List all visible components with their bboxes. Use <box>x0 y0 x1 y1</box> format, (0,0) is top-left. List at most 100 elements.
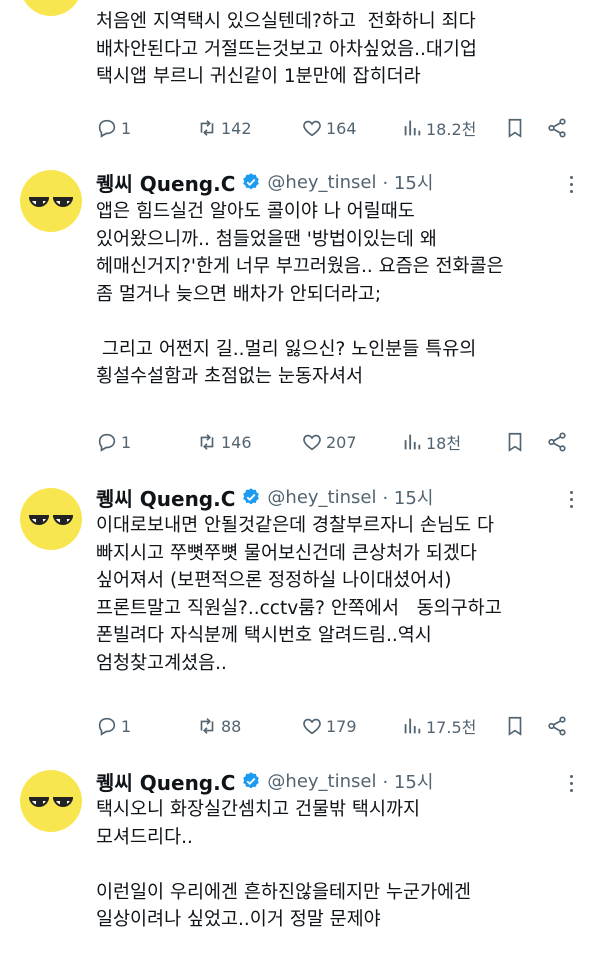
tweet-text-line: 엄청찾고계셨음.. <box>96 652 227 674</box>
heart-icon <box>303 718 321 735</box>
timestamp[interactable]: · 15시 <box>382 169 433 195</box>
retweet-button[interactable]: 88 <box>196 714 241 738</box>
avatar-eye <box>29 515 49 525</box>
user-handle[interactable]: @hey_tinsel <box>267 771 376 792</box>
avatar[interactable] <box>20 0 82 16</box>
tweet-text-line: 택시오니 화장실간셈치고 건물밖 택시까지 <box>96 799 421 820</box>
display-name[interactable]: 퀭씨 Queng.C <box>96 483 235 512</box>
tweet-text-line: 빠지시고 쭈뼛쭈뼛 물어보신건데 큰상처가 되겠다 <box>96 542 477 564</box>
retweet-button[interactable]: 146 <box>196 430 252 454</box>
views-button[interactable]: 18.2천 <box>401 116 476 140</box>
tweet-text-line: 있어왔으니까.. 첨들었을땐 '방법이있는데 왜 <box>96 228 437 250</box>
more-options-icon[interactable] <box>568 174 574 196</box>
verified-badge-icon <box>243 772 260 789</box>
share-button[interactable] <box>546 116 571 140</box>
retweet-icon <box>200 120 214 136</box>
tweet-text-line <box>96 851 586 879</box>
reply-button[interactable]: 1 <box>96 714 131 738</box>
avatar-eye <box>53 515 73 525</box>
tweet-text-line: 앱은 힘드실건 알아도 콜이야 나 어릴때도 <box>96 201 415 222</box>
like-count: 164 <box>326 118 357 138</box>
user-handle[interactable]: @hey_tinsel <box>267 487 376 508</box>
retweet-button[interactable]: 142 <box>196 116 252 140</box>
share-button[interactable] <box>546 714 571 738</box>
tweet-text: 앱은 힘드실건 알아도 콜이야 나 어릴때도있어왔으니까.. 첨들었을땐 '방법… <box>96 198 586 391</box>
retweet-count: 142 <box>221 118 252 138</box>
tweet-text-line: 모셔드리다.. <box>96 826 193 848</box>
avatar-eye <box>29 197 49 207</box>
reply-count: 1 <box>121 432 132 452</box>
tweet-header: 퀭씨 Queng.C @hey_tinsel · 15시 <box>96 766 433 796</box>
reply-count: 1 <box>121 118 132 138</box>
user-handle[interactable]: @hey_tinsel <box>267 172 376 193</box>
bookmark-button[interactable] <box>504 714 529 738</box>
views-button[interactable]: 18천 <box>401 430 461 454</box>
retweet-icon <box>200 718 214 734</box>
tweet-text-line: 헤매신거지?'한게 너무 부끄러웠음.. 요즘은 전화콜은 <box>96 256 504 277</box>
timestamp[interactable]: · 15시 <box>382 768 433 794</box>
retweet-count: 88 <box>221 716 242 736</box>
like-button[interactable]: 164 <box>301 116 357 140</box>
more-options-icon[interactable] <box>568 489 574 511</box>
avatar[interactable] <box>20 770 82 832</box>
more-options-icon[interactable] <box>568 773 574 795</box>
reply-count: 1 <box>121 716 132 736</box>
tweet-actions: 1 146 207 18천 <box>96 430 576 454</box>
avatar[interactable] <box>20 170 82 232</box>
reply-button[interactable]: 1 <box>96 430 131 454</box>
tweet-text: 택시오니 화장실간셈치고 건물밖 택시까지모셔드리다.. 이런일이 우리에겐 흔하… <box>96 796 586 934</box>
tweet[interactable]: 퀭씨 Queng.C @hey_tinsel · 15시 이대로보내면 안될것같… <box>0 478 600 758</box>
display-name[interactable]: 퀭씨 Queng.C <box>96 168 235 197</box>
share-button[interactable] <box>546 430 571 454</box>
tweet[interactable]: 퀭씨 Queng.C @hey_tinsel · 15시 택시오니 화장실간셈치… <box>0 760 600 962</box>
share-icon <box>548 432 566 452</box>
avatar-eye <box>29 797 49 807</box>
timeline-feed: 처음엔 지역택시 있으실텐데?하고 전화하니 죄다 배차안된다고 거절뜨는것보고 … <box>0 0 600 962</box>
like-button[interactable]: 207 <box>301 430 357 454</box>
avatar-eye <box>53 797 73 807</box>
timestamp[interactable]: · 15시 <box>382 484 433 510</box>
tweet-text-line: 횡설수설함과 초점없는 눈동자셔서 <box>96 366 364 387</box>
share-icon <box>548 118 566 138</box>
avatar-eye <box>53 197 73 207</box>
view-count: 18.2천 <box>426 120 477 139</box>
bookmark-icon <box>508 716 522 736</box>
tweet-header: 퀭씨 Queng.C @hey_tinsel · 15시 <box>96 482 433 512</box>
bookmark-button[interactable] <box>504 430 529 454</box>
bookmark-icon <box>508 432 522 452</box>
tweet-text: 처음엔 지역택시 있으실텐데?하고 전화하니 죄다 배차안된다고 거절뜨는것보고 … <box>96 8 586 91</box>
retweet-icon <box>200 434 214 450</box>
view-count: 18천 <box>426 434 462 453</box>
heart-icon <box>303 120 321 137</box>
tweet-text-line <box>96 308 586 336</box>
bookmark-button[interactable] <box>504 116 529 140</box>
tweet-text-line: 처음엔 지역택시 있으실텐데?하고 전화하니 죄다 <box>96 11 476 32</box>
verified-badge-icon <box>243 488 260 505</box>
like-button[interactable]: 179 <box>301 714 357 738</box>
views-icon <box>404 434 421 450</box>
tweet-text-line: 프론트말고 직원실?..cctv룸? 안쪽에서 동의구하고 <box>96 597 502 619</box>
view-count: 17.5천 <box>426 718 477 737</box>
views-button[interactable]: 17.5천 <box>401 714 476 738</box>
tweet-text-line: 싶어져서 (보편적으론 정정하실 나이대셨어서) <box>96 570 452 591</box>
tweet-text-line: 이대로보내면 안될것같은데 경찰부르자니 손님도 다 <box>96 515 494 536</box>
tweet-text-line: 택시앱 부르니 귀신같이 1분만에 잡히더라 <box>96 66 421 87</box>
tweet[interactable]: 처음엔 지역택시 있으실텐데?하고 전화하니 죄다 배차안된다고 거절뜨는것보고 … <box>0 0 600 150</box>
avatar[interactable] <box>20 488 82 550</box>
reply-icon <box>98 433 116 452</box>
retweet-count: 146 <box>221 432 252 452</box>
tweet-text-line: 이런일이 우리에겐 흔하진않을테지만 누군가에겐 <box>96 881 472 903</box>
tweet-actions: 1 88 179 17.5천 <box>96 714 576 738</box>
reply-icon <box>98 119 116 138</box>
verified-badge-icon <box>243 173 260 190</box>
tweet-text-line: 그리고 어쩐지 길..멀리 잃으신? 노인분들 특유의 <box>96 338 477 360</box>
like-count: 179 <box>326 716 357 736</box>
reply-button[interactable]: 1 <box>96 116 131 140</box>
display-name[interactable]: 퀭씨 Queng.C <box>96 767 235 796</box>
tweet[interactable]: 퀭씨 Queng.C @hey_tinsel · 15시 앱은 힘드실건 알아도… <box>0 160 600 470</box>
tweet-text-line: 좀 멀거나 늦으면 배차가 안되더라고; <box>96 283 382 305</box>
reply-icon <box>98 717 116 736</box>
tweet-text: 이대로보내면 안될것같은데 경찰부르자니 손님도 다빠지시고 쭈뼛쭈뼛 물어보신… <box>96 512 586 677</box>
like-count: 207 <box>326 432 357 452</box>
views-icon <box>404 120 421 136</box>
